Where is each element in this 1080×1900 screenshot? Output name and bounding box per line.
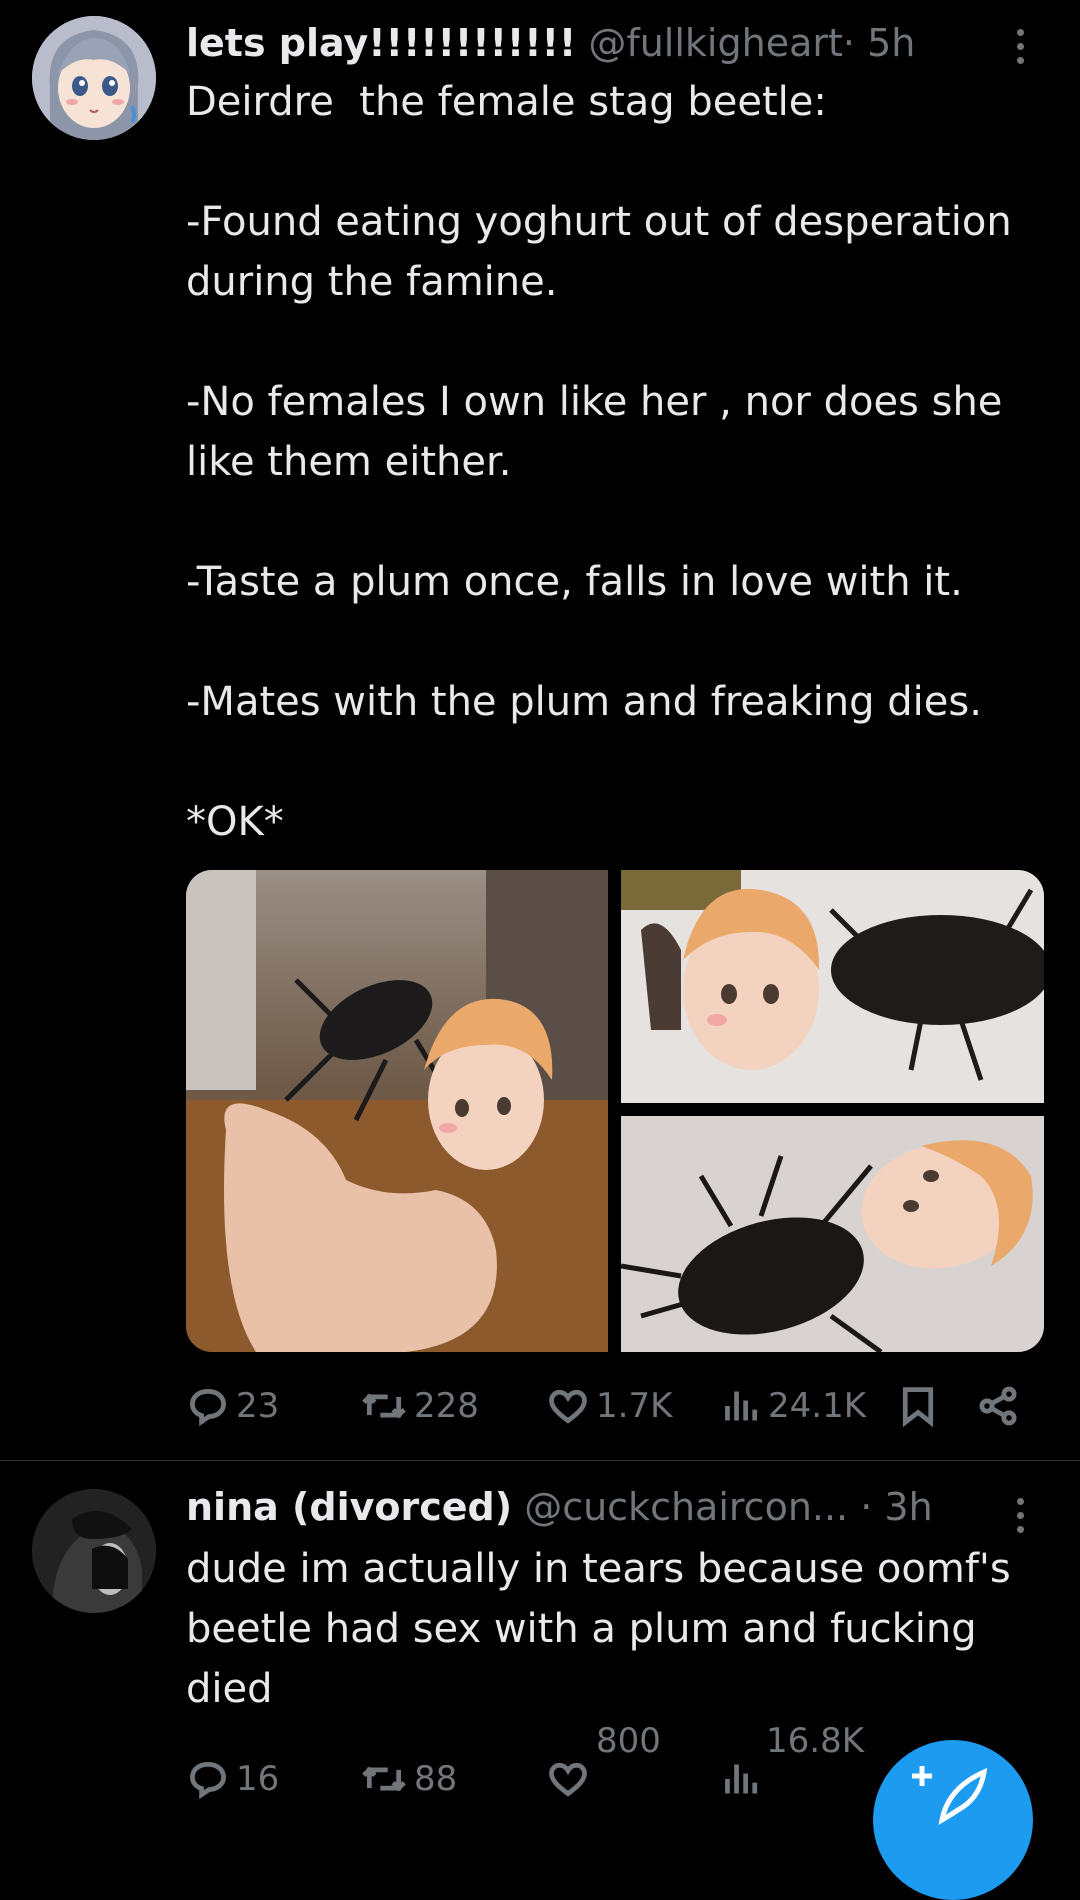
heart-icon — [549, 1389, 587, 1424]
retweet-count: 88 — [414, 1759, 458, 1799]
reply-count: 23 — [236, 1386, 280, 1426]
media-image-2[interactable] — [621, 870, 1044, 1103]
reply-icon — [190, 1388, 226, 1427]
avatar-image — [32, 16, 156, 140]
photo-beetle-upside-down — [621, 1116, 1044, 1352]
share-icon — [979, 1386, 1017, 1426]
reply-icon — [190, 1761, 226, 1800]
retweet-count: 228 — [414, 1386, 479, 1426]
media-image-1[interactable] — [186, 870, 608, 1352]
avatar-dark-silhouette[interactable] — [32, 1489, 156, 1613]
display-name[interactable]: lets play!!!!!!!!!!!! — [186, 21, 576, 65]
compose-button[interactable] — [873, 1740, 1033, 1900]
like-count: 1.7K — [596, 1386, 673, 1426]
views-count: 24.1K — [768, 1386, 866, 1426]
like-button[interactable] — [546, 1757, 590, 1801]
retweet-button[interactable]: 228 — [360, 1384, 479, 1428]
tweet-1-header: lets play!!!!!!!!!!!! @fullkigheart· 5h — [186, 20, 915, 66]
tweet-1-text: Deirdre the female stag beetle: -Found e… — [186, 79, 1012, 845]
more-icon[interactable] — [1000, 1485, 1040, 1545]
like-button[interactable]: 1.7K — [546, 1384, 672, 1428]
views-icon — [725, 1764, 758, 1794]
heart-icon — [549, 1762, 587, 1797]
like-count: 800 — [596, 1721, 661, 1761]
user-handle[interactable]: @fullkigheart — [588, 21, 843, 65]
tweet-1[interactable]: lets play!!!!!!!!!!!! @fullkigheart· 5h … — [0, 0, 1080, 1460]
time-separator: · — [842, 21, 855, 65]
views-button[interactable]: 24.1K — [722, 1384, 866, 1428]
avatar-anime-girl[interactable] — [32, 16, 156, 140]
retweet-icon — [362, 1766, 406, 1792]
share-button[interactable] — [976, 1384, 1020, 1428]
retweet-button[interactable]: 88 — [360, 1757, 457, 1801]
post-time[interactable]: 3h — [884, 1485, 932, 1529]
views-icon — [725, 1391, 758, 1421]
photo-hand-beetle — [186, 870, 608, 1352]
avatar-image — [32, 1489, 156, 1613]
views-button[interactable] — [722, 1757, 762, 1801]
tweet-1-actions: 23 228 1.7K 24.1K — [186, 1378, 1046, 1438]
views-count: 16.8K — [766, 1721, 864, 1761]
media-image-3[interactable] — [621, 1116, 1044, 1352]
user-handle[interactable]: @cuckchaircon... — [524, 1485, 848, 1529]
bookmark-button[interactable] — [898, 1384, 938, 1428]
photo-beetle-doll — [621, 870, 1044, 1103]
compose-icon — [912, 1766, 988, 1826]
tweet-2-text: dude im actually in tears because oomf's… — [186, 1546, 1024, 1712]
reply-count: 16 — [236, 1759, 280, 1799]
reply-button[interactable]: 23 — [186, 1384, 279, 1428]
reply-button[interactable]: 16 — [186, 1757, 279, 1801]
post-time[interactable]: 5h — [867, 21, 915, 65]
more-icon[interactable] — [1000, 16, 1040, 76]
tweet-2-header: nina (divorced) @cuckchaircon... · 3h — [186, 1484, 933, 1530]
bookmark-icon — [902, 1387, 934, 1428]
retweet-icon — [362, 1393, 406, 1419]
display-name[interactable]: nina (divorced) — [186, 1485, 512, 1529]
time-separator: · — [860, 1485, 873, 1529]
